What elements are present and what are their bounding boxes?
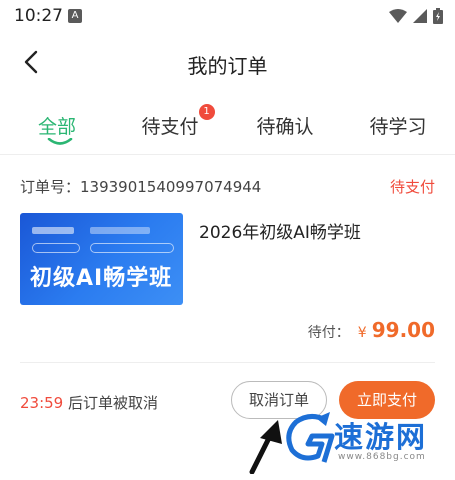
divider — [20, 362, 435, 363]
watermark-url: www.868bg.com — [338, 452, 426, 462]
price-label: 待付： — [307, 325, 350, 341]
thumbnail-decoration — [90, 227, 150, 234]
status-bar: 10:27 A — [0, 0, 455, 34]
notification-icon: A — [68, 9, 82, 23]
course-title[interactable]: 2026年初级AI畅学班 — [199, 218, 361, 243]
active-tab-indicator — [47, 138, 73, 145]
signal-icon — [413, 9, 427, 23]
tab-all[interactable]: 全部 — [7, 112, 107, 139]
page-header: 我的订单 — [0, 38, 455, 86]
tab-label: 全部 — [37, 116, 76, 138]
countdown-time: 23:59 — [20, 394, 64, 412]
currency-symbol: ¥ — [357, 325, 367, 341]
tab-label: 待支付 — [141, 116, 199, 138]
divider — [0, 154, 455, 155]
countdown-text: 后订单被取消 — [63, 394, 159, 412]
wifi-icon — [389, 9, 407, 23]
watermark-logo-icon — [286, 412, 335, 463]
thumbnail-decoration — [32, 243, 80, 253]
thumbnail-decoration — [32, 227, 74, 234]
order-number: 订单号：1393901540997074944 — [20, 178, 262, 196]
tab-pending-payment[interactable]: 待支付 1 — [120, 104, 220, 139]
thumbnail-decoration — [90, 243, 174, 253]
course-thumbnail[interactable]: 初级AI畅学班 — [20, 213, 183, 305]
page-title: 我的订单 — [187, 54, 268, 78]
tab-pending-confirm[interactable]: 待确认 — [235, 112, 335, 139]
tab-label: 待学习 — [369, 116, 427, 138]
tab-pending-study[interactable]: 待学习 — [348, 112, 448, 139]
price-value: 99.00 — [371, 318, 435, 342]
watermark-text: 速游网 — [334, 420, 428, 454]
watermark: 速游网 www.868bg.com — [282, 408, 450, 472]
price-row: 待付： ¥ 99.00 — [308, 318, 435, 342]
tab-label: 待确认 — [256, 116, 314, 138]
status-icons — [389, 8, 443, 24]
count-badge: 1 — [198, 104, 215, 120]
countdown-notice: 23:59 后订单被取消 — [20, 392, 158, 413]
status-time: 10:27 — [14, 6, 63, 26]
order-status: 待支付 — [389, 178, 435, 196]
thumbnail-title: 初级AI畅学班 — [30, 266, 173, 291]
battery-icon — [433, 8, 443, 24]
